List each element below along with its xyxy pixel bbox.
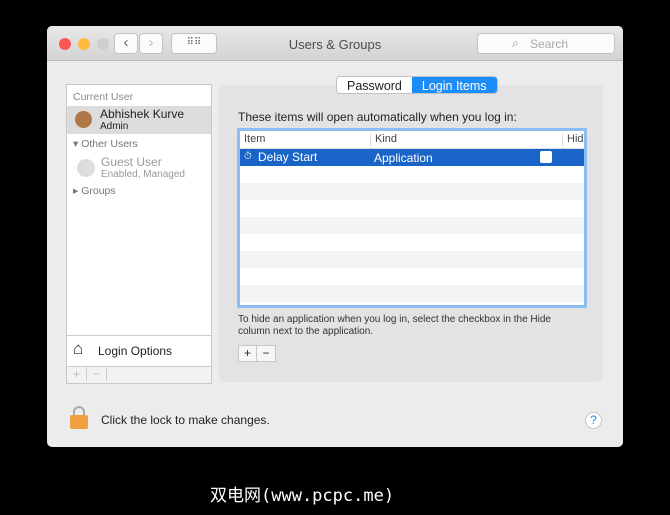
tab-login-items[interactable]: Login Items bbox=[411, 77, 497, 93]
current-user-header: Current User bbox=[73, 91, 134, 103]
intro-text: These items will open automatically when… bbox=[238, 110, 517, 124]
window: ‹ › ⠿⠿ Users & Groups ⌕ Search Current Us… bbox=[47, 26, 623, 447]
remove-user-button[interactable]: − bbox=[87, 367, 107, 381]
user-item-guest[interactable]: Guest User Enabled, Managed bbox=[67, 154, 211, 182]
hide-checkbox[interactable] bbox=[540, 151, 552, 163]
login-items-table: Item Kind Hide ⏱ Delay Start Application bbox=[237, 128, 587, 308]
app-icon: ⏱ bbox=[244, 151, 252, 162]
user-name: Abhishek Kurve bbox=[100, 107, 185, 121]
lock-message: Click the lock to make changes. bbox=[101, 413, 270, 427]
add-login-item-button[interactable]: + bbox=[239, 346, 257, 361]
guest-name: Guest User bbox=[101, 155, 162, 169]
login-options-button[interactable]: ⌂ Login Options bbox=[67, 335, 211, 365]
lock-icon[interactable] bbox=[70, 406, 88, 429]
groups-header[interactable]: ▸ Groups bbox=[73, 185, 116, 197]
user-list: Current User Abhishek Kurve Admin ▾ Othe… bbox=[66, 84, 212, 384]
column-hide[interactable]: Hide bbox=[562, 133, 584, 147]
tab-password[interactable]: Password bbox=[337, 77, 412, 93]
table-row[interactable]: ⏱ Delay Start Application bbox=[240, 149, 584, 166]
add-user-button[interactable]: + bbox=[67, 367, 87, 381]
guest-avatar bbox=[77, 159, 95, 177]
column-kind[interactable]: Kind bbox=[370, 133, 397, 147]
item-kind: Application bbox=[374, 151, 433, 165]
other-users-label: Other Users bbox=[81, 138, 138, 150]
other-users-header[interactable]: ▾ Other Users bbox=[73, 138, 138, 150]
help-button[interactable]: ? bbox=[585, 412, 602, 429]
user-role: Admin bbox=[100, 121, 129, 132]
watermark: 双电网(www.pcpc.me) bbox=[210, 486, 395, 506]
avatar bbox=[75, 111, 92, 128]
remove-login-item-button[interactable]: − bbox=[257, 346, 275, 361]
item-name: Delay Start bbox=[258, 150, 318, 164]
guest-status: Enabled, Managed bbox=[101, 169, 185, 180]
search-icon: ⌕ bbox=[512, 36, 519, 50]
search-input[interactable]: ⌕ Search bbox=[477, 33, 615, 54]
search-placeholder: Search bbox=[530, 37, 569, 51]
title-bar: ‹ › ⠿⠿ Users & Groups ⌕ Search bbox=[47, 26, 623, 61]
login-options-label: Login Options bbox=[98, 344, 173, 358]
house-icon: ⌂ bbox=[73, 339, 84, 358]
table-header: Item Kind Hide bbox=[240, 131, 584, 149]
hide-help-text: To hide an application when you log in, … bbox=[238, 314, 551, 337]
groups-label: Groups bbox=[81, 185, 116, 197]
tab-bar: Password Login Items bbox=[336, 76, 498, 94]
user-item-abhishek[interactable]: Abhishek Kurve Admin bbox=[67, 106, 211, 134]
column-item[interactable]: Item bbox=[244, 133, 265, 145]
